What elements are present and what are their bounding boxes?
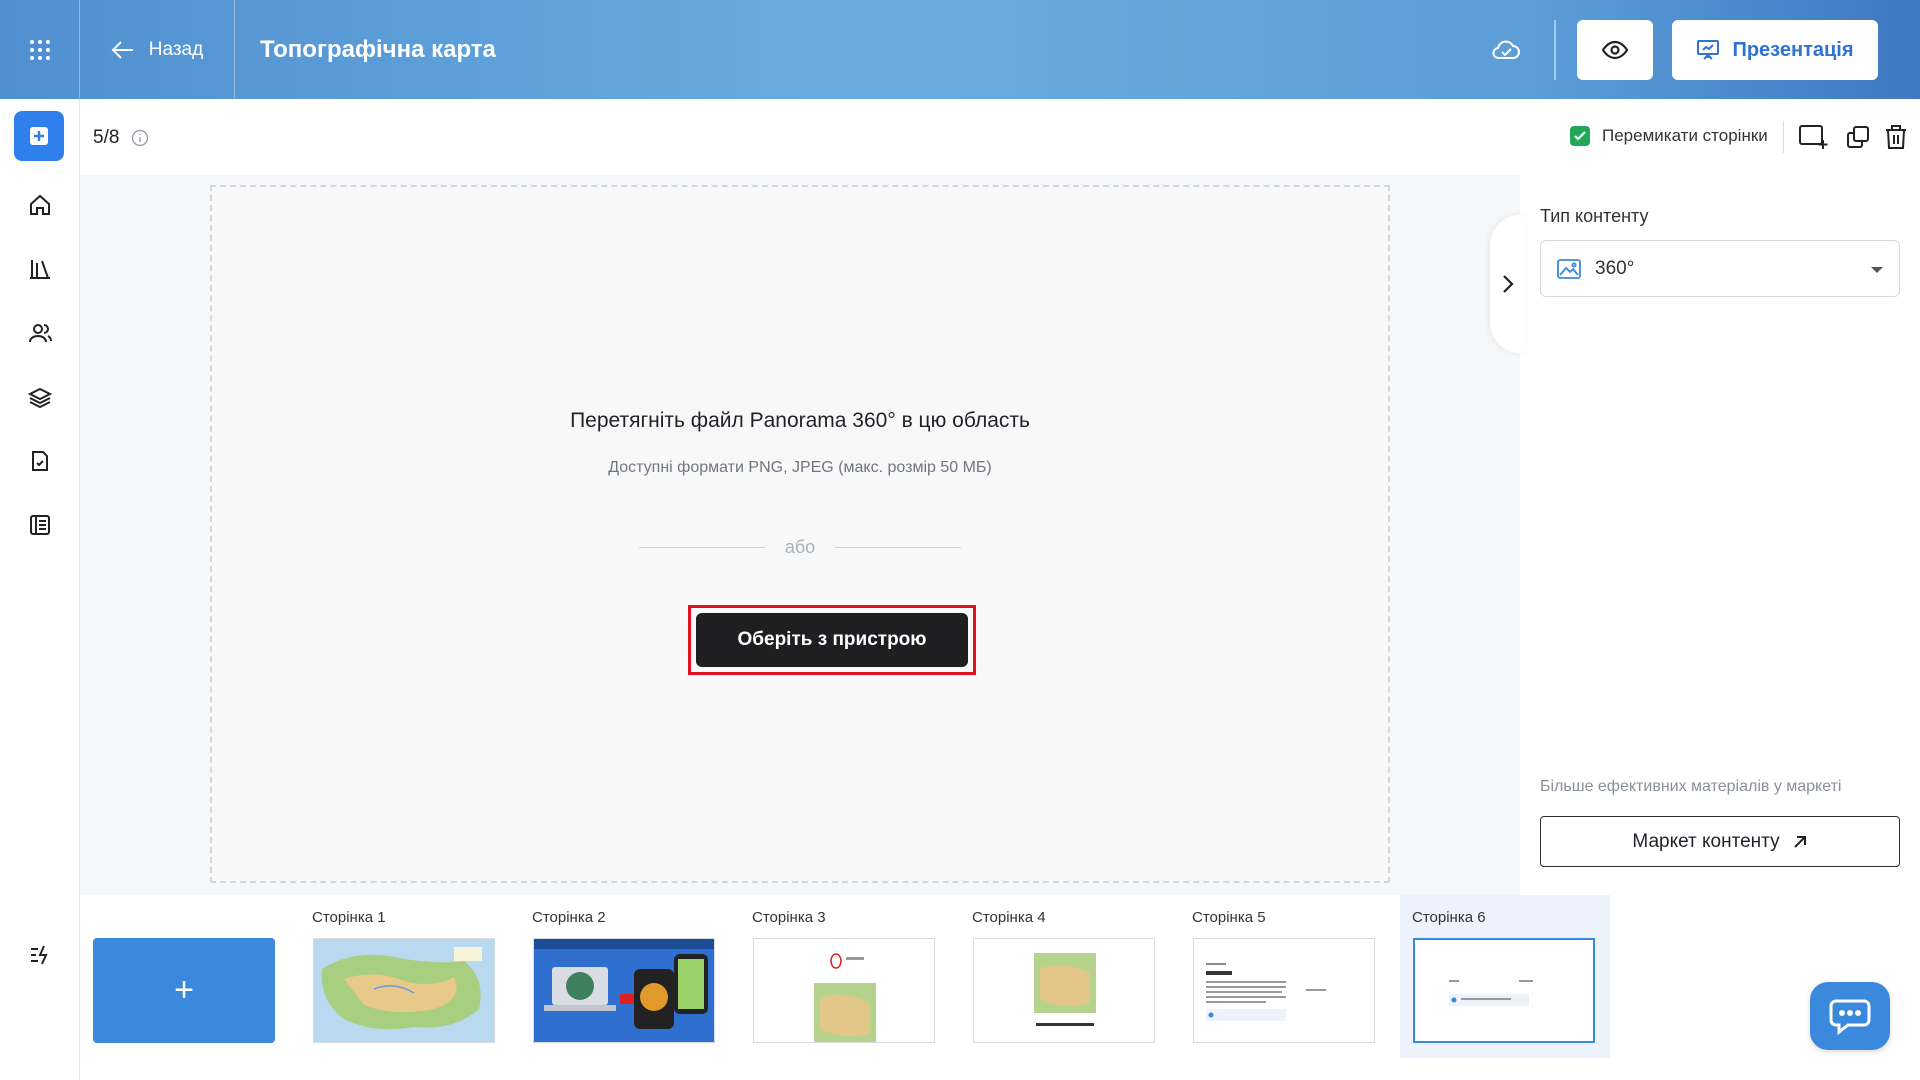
sidebar-item-home[interactable] [20, 185, 60, 225]
courses-icon [28, 387, 52, 409]
page-counter-value: 5/8 [93, 127, 120, 148]
sidebar-item-library[interactable] [20, 249, 60, 289]
eye-icon [1601, 40, 1629, 60]
sidebar-item-activity[interactable] [20, 935, 60, 975]
content-type-value: 360° [1595, 257, 1635, 279]
page-counter: 5/8 [93, 127, 149, 149]
home-icon [30, 194, 50, 215]
panel-collapse-toggle[interactable] [1490, 215, 1526, 353]
page-thumb-preview [1193, 938, 1375, 1043]
market-button[interactable]: Маркет контенту [1540, 816, 1900, 867]
add-icon [30, 127, 48, 145]
page-toolbar: 5/8 Перемикати сторінки [80, 99, 1920, 175]
add-page-button[interactable] [1798, 121, 1830, 153]
page-thumb-label: Сторінка 2 [532, 909, 606, 926]
dropzone-subtitle: Доступні формати PNG, JPEG (макс. розмір… [608, 459, 992, 476]
page-thumb-5[interactable]: Сторінка 5 [1180, 895, 1390, 1058]
left-sidebar [0, 99, 80, 1080]
apps-menu-button[interactable] [0, 0, 80, 99]
or-line-left [638, 547, 765, 548]
add-slide-icon [1799, 125, 1828, 149]
presentation-icon [1697, 40, 1720, 60]
right-panel: Тип контенту 360° Більше ефективних мате… [1520, 175, 1920, 895]
sidebar-item-journal[interactable] [20, 505, 60, 545]
arrow-left-icon [111, 40, 133, 59]
market-button-label: Маркет контенту [1632, 830, 1780, 852]
page-thumb-3[interactable]: Сторінка 3 [740, 895, 950, 1058]
page-thumb-2[interactable]: Сторінка 2 [520, 895, 730, 1058]
page-thumb-preview [753, 938, 935, 1043]
switch-pages-checkbox[interactable] [1570, 126, 1590, 146]
page-thumb-label: Сторінка 6 [1412, 909, 1486, 926]
market-hint: Більше ефективних матеріалів у маркеті [1540, 778, 1842, 795]
library-icon [30, 260, 50, 279]
users-icon [29, 324, 52, 343]
chevron-right-icon [1503, 275, 1514, 293]
header-divider [1554, 20, 1556, 80]
page-thumb-preview [973, 938, 1155, 1043]
info-icon[interactable] [131, 129, 149, 147]
add-page-tile[interactable]: + [93, 938, 275, 1043]
page-title: Топографічна карта [260, 36, 496, 63]
apps-grid-icon [29, 39, 50, 60]
file-dropzone[interactable]: Перетягніть файл Panorama 360° в цю обла… [210, 185, 1390, 883]
sidebar-add-button[interactable] [14, 111, 64, 161]
toolbar-divider [1783, 121, 1784, 153]
page-thumb-label: Сторінка 5 [1192, 909, 1266, 926]
page-thumb-preview [313, 938, 495, 1043]
sidebar-item-users[interactable] [20, 313, 60, 353]
chat-support-button[interactable] [1810, 982, 1890, 1050]
panorama-icon [1557, 258, 1581, 279]
canvas-area: Перетягніть файл Panorama 360° в цю обла… [80, 175, 1520, 895]
trash-icon [1886, 125, 1906, 149]
journal-icon [30, 515, 50, 535]
tasks-icon [32, 451, 48, 471]
page-thumb-6[interactable]: Сторінка 6 [1400, 895, 1610, 1058]
back-button[interactable]: Назад [80, 0, 235, 99]
page-thumb-label: Сторінка 3 [752, 909, 826, 926]
choose-from-device-button[interactable]: Оберіть з пристрою [696, 613, 968, 667]
page-thumb-4[interactable]: Сторінка 4 [960, 895, 1170, 1058]
chat-icon [1829, 999, 1871, 1035]
delete-page-button[interactable] [1880, 121, 1912, 153]
content-type-select[interactable]: 360° [1540, 240, 1900, 297]
dropzone-title: Перетягніть файл Panorama 360° в цю обла… [570, 409, 1030, 432]
page-thumb-preview [1413, 938, 1595, 1043]
or-divider: або [212, 537, 1388, 558]
sidebar-item-tasks[interactable] [20, 441, 60, 481]
copy-icon [1847, 126, 1869, 148]
activity-icon [31, 945, 48, 965]
cloud-check-icon [1490, 34, 1522, 66]
presentation-label: Презентація [1732, 38, 1854, 61]
or-label: або [784, 537, 816, 557]
or-line-right [835, 547, 962, 548]
page-strip: + Сторінка 1 Сторінка 2 Сторінка 3 Сторі… [80, 895, 1920, 1080]
content-type-label: Тип контенту [1540, 206, 1649, 226]
switch-pages-label: Перемикати сторінки [1602, 126, 1768, 145]
arrow-up-right-icon [1793, 835, 1806, 848]
sidebar-item-courses[interactable] [20, 377, 60, 417]
preview-button[interactable] [1577, 20, 1653, 80]
top-header: Назад Топографічна карта Презентація [0, 0, 1920, 99]
page-thumb-1[interactable]: Сторінка 1 [300, 895, 510, 1058]
switch-pages-toggle[interactable]: Перемикати сторінки [1570, 126, 1768, 146]
page-thumb-label: Сторінка 1 [312, 909, 386, 926]
back-label: Назад [148, 38, 204, 60]
page-thumb-label: Сторінка 4 [972, 909, 1046, 926]
chevron-down-icon [1871, 267, 1883, 273]
page-thumb-preview [533, 938, 715, 1043]
presentation-button[interactable]: Презентація [1672, 20, 1878, 80]
check-icon [1574, 131, 1586, 141]
duplicate-page-button[interactable] [1842, 121, 1874, 153]
